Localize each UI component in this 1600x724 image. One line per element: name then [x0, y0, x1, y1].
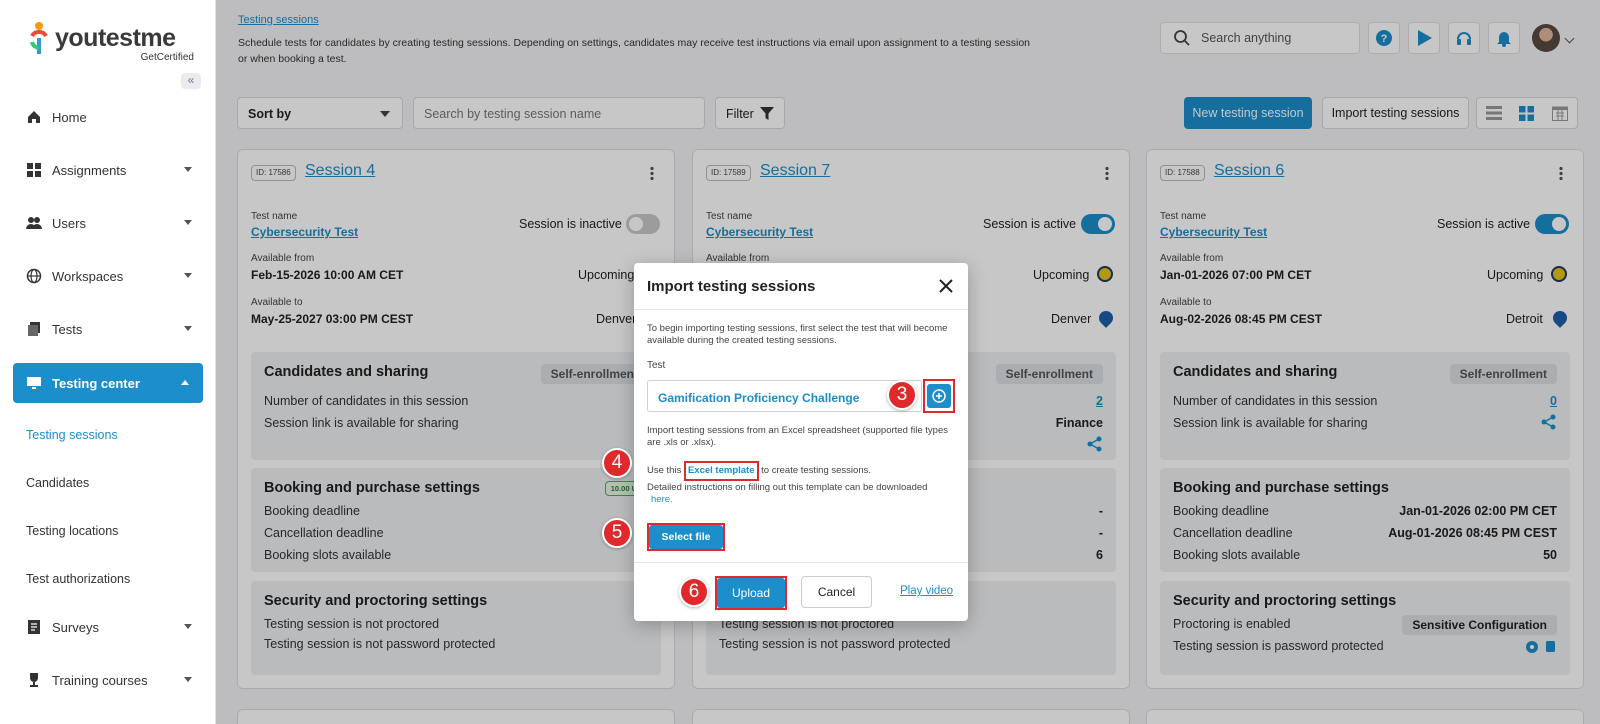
- monitor-icon: [27, 377, 41, 389]
- sidebar-item-workspaces[interactable]: Workspaces: [26, 264, 206, 288]
- step-marker-5: 5: [602, 518, 632, 548]
- sidebar-item-assignments[interactable]: Assignments: [26, 158, 206, 182]
- step-marker-4: 4: [602, 448, 632, 478]
- sidebar-item-label: Users: [52, 215, 86, 231]
- sidebar-item-label: Workspaces: [52, 268, 124, 284]
- sidebar-item-label: Training courses: [52, 672, 148, 688]
- chevron-down-icon: [184, 273, 192, 278]
- dialog-intro: To begin importing testing sessions, fir…: [647, 323, 948, 346]
- sidebar-item-label: Surveys: [52, 619, 99, 635]
- chevron-down-icon: [184, 624, 192, 629]
- test-select-field[interactable]: Gamification Proficiency Challenge: [647, 380, 922, 412]
- detail-text: Detailed instructions on filling out thi…: [647, 482, 928, 493]
- play-video-link[interactable]: Play video: [900, 585, 953, 597]
- users-icon: [26, 217, 42, 229]
- select-file-button[interactable]: Select file: [649, 525, 723, 549]
- sidebar-item-label: Tests: [52, 321, 83, 337]
- chevron-up-icon: [181, 380, 189, 385]
- tests-icon: [28, 322, 40, 336]
- assignments-icon: [27, 163, 41, 177]
- sidebar-item-surveys[interactable]: Surveys: [26, 615, 206, 639]
- upload-button[interactable]: Upload: [717, 578, 785, 608]
- chevron-down-icon: [184, 677, 192, 682]
- sidebar-item-tests[interactable]: Tests: [26, 317, 206, 341]
- sidebar-item-training-courses[interactable]: Training courses: [26, 668, 206, 692]
- template-prefix: Use this: [647, 465, 682, 476]
- logo-subtitle: GetCertified: [140, 52, 194, 63]
- chevron-down-icon: [184, 326, 192, 331]
- sidebar-item-label: Assignments: [52, 162, 127, 178]
- divider: [634, 562, 968, 563]
- home-icon: [28, 111, 40, 123]
- test-field-label: Test: [647, 360, 666, 371]
- divider: [634, 309, 968, 310]
- survey-icon: [28, 620, 40, 634]
- chevron-down-icon: [184, 220, 192, 225]
- sidebar-subitem-testing-locations[interactable]: Testing locations: [26, 524, 118, 538]
- sidebar-item-users[interactable]: Users: [26, 211, 206, 235]
- sidebar-subitem-testing-sessions[interactable]: Testing sessions: [26, 428, 118, 442]
- globe-icon: [26, 268, 42, 284]
- trophy-icon: [30, 673, 38, 687]
- sidebar-item-testing-center[interactable]: Testing center: [13, 363, 203, 403]
- chevron-down-icon: [184, 167, 192, 172]
- template-instructions: Use this Excel template to create testin…: [647, 461, 955, 481]
- plus-circle-icon: [932, 389, 946, 403]
- sidebar-item-label: Testing center: [52, 375, 140, 391]
- template-suffix: to create testing sessions.: [761, 465, 871, 476]
- sidebar: youtestme GetCertified « Home Assignment…: [0, 0, 216, 724]
- logo-mark-icon: [30, 22, 48, 54]
- step-marker-6: 6: [679, 577, 709, 607]
- collapse-sidebar-button[interactable]: «: [181, 73, 201, 89]
- select-test-button[interactable]: [923, 379, 955, 413]
- detail-instructions: Detailed instructions on filling out thi…: [647, 482, 955, 506]
- sidebar-subitem-test-authorizations[interactable]: Test authorizations: [26, 572, 130, 586]
- step-marker-3: 3: [887, 380, 917, 410]
- cancel-button[interactable]: Cancel: [801, 576, 872, 608]
- excel-template-link[interactable]: Excel template: [683, 461, 759, 481]
- sidebar-subitem-candidates[interactable]: Candidates: [26, 476, 89, 490]
- import-testing-sessions-dialog: Import testing sessions To begin importi…: [634, 263, 968, 621]
- sidebar-item-home[interactable]: Home: [26, 105, 206, 129]
- import-instructions: Import testing sessions from an Excel sp…: [647, 425, 948, 448]
- close-icon[interactable]: [938, 278, 954, 294]
- sidebar-item-label: Home: [52, 109, 87, 125]
- logo[interactable]: youtestme GetCertified: [28, 20, 198, 64]
- dialog-title: Import testing sessions: [647, 278, 816, 295]
- here-link[interactable]: here.: [651, 494, 673, 505]
- logo-text: youtestme: [55, 24, 176, 52]
